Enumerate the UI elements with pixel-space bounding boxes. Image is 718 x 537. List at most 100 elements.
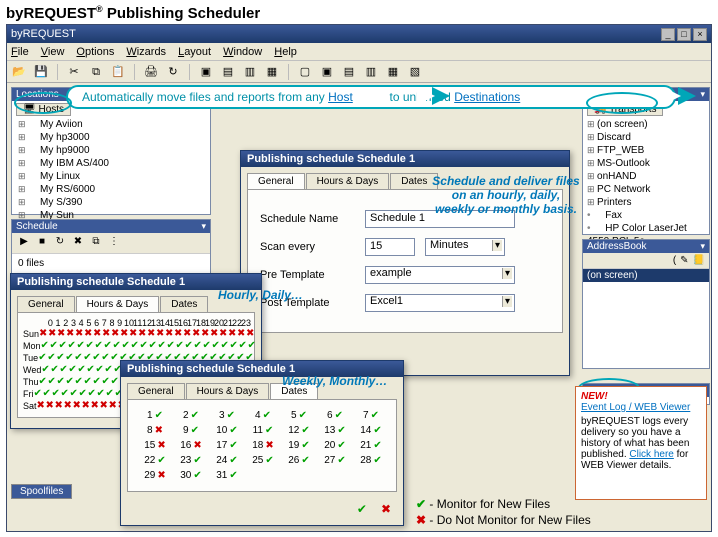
hour-cell[interactable]: ✖: [210, 329, 218, 339]
location-item[interactable]: My Linux: [18, 170, 204, 183]
hour-cell[interactable]: ✔: [84, 377, 92, 387]
hour-cell[interactable]: ✖: [102, 329, 110, 339]
ab-select-icon[interactable]: (: [673, 255, 676, 266]
transport-item[interactable]: onHAND: [587, 170, 705, 183]
hour-cell[interactable]: ✖: [246, 329, 254, 339]
date-cell[interactable]: 20 ✔: [320, 440, 350, 451]
hour-cell[interactable]: ✖: [64, 401, 72, 411]
hour-cell[interactable]: ✔: [34, 389, 42, 399]
hour-cell[interactable]: ✖: [39, 329, 47, 339]
hour-cell[interactable]: ✔: [176, 341, 184, 351]
hour-cell[interactable]: ✔: [95, 341, 103, 351]
hour-cell[interactable]: ✔: [47, 353, 55, 363]
ab-book-icon[interactable]: 📒: [693, 255, 705, 266]
date-cell[interactable]: 6 ✔: [320, 410, 350, 421]
hour-cell[interactable]: ✖: [46, 401, 54, 411]
hour-cell[interactable]: ✖: [183, 329, 191, 339]
tool-i-icon[interactable]: ▦: [385, 64, 401, 80]
hour-cell[interactable]: ✖: [174, 329, 182, 339]
hour-cell[interactable]: ✖: [120, 329, 128, 339]
tool-open-icon[interactable]: 📂: [11, 64, 27, 80]
menu-file[interactable]: File: [11, 46, 29, 58]
hour-cell[interactable]: ✔: [56, 353, 64, 363]
date-cell[interactable]: 28 ✔: [356, 455, 386, 466]
minimize-button[interactable]: _: [661, 28, 675, 41]
hour-cell[interactable]: ✔: [106, 389, 114, 399]
hour-cell[interactable]: ✔: [239, 341, 247, 351]
hour-cell[interactable]: ✖: [165, 329, 173, 339]
hour-cell[interactable]: ✔: [77, 365, 85, 375]
tool-f-icon[interactable]: ▣: [319, 64, 335, 80]
tab-hours-days[interactable]: Hours & Days: [306, 173, 390, 189]
sched-tool-icon[interactable]: ▶: [17, 236, 31, 250]
scan-unit-select[interactable]: Minutes: [425, 238, 505, 256]
hour-cell[interactable]: ✔: [77, 341, 85, 351]
hour-cell[interactable]: ✔: [86, 365, 94, 375]
hour-cell[interactable]: ✖: [57, 329, 65, 339]
tool-g-icon[interactable]: ▤: [341, 64, 357, 80]
hour-cell[interactable]: ✔: [70, 389, 78, 399]
menu-layout[interactable]: Layout: [178, 46, 211, 58]
date-cell[interactable]: 17 ✔: [212, 440, 242, 451]
hour-cell[interactable]: ✖: [66, 329, 74, 339]
hour-cell[interactable]: ✔: [74, 353, 82, 363]
date-cell[interactable]: 5 ✔: [284, 410, 314, 421]
hour-cell[interactable]: ✖: [37, 401, 45, 411]
tool-print-icon[interactable]: 🖨: [143, 64, 159, 80]
hour-cell[interactable]: ✖: [129, 329, 137, 339]
hour-cell[interactable]: ✔: [50, 365, 58, 375]
date-cell[interactable]: 29 ✖: [140, 470, 170, 481]
tool-b-icon[interactable]: ▤: [220, 64, 236, 80]
date-cell[interactable]: 8 ✖: [140, 425, 170, 436]
hour-cell[interactable]: ✖: [82, 401, 90, 411]
menu-help[interactable]: Help: [274, 46, 297, 58]
date-cell[interactable]: 2 ✔: [176, 410, 206, 421]
date-cell[interactable]: 25 ✔: [248, 455, 278, 466]
hour-cell[interactable]: ✔: [221, 341, 229, 351]
hour-cell[interactable]: ✔: [104, 341, 112, 351]
location-item[interactable]: My IBM AS/400: [18, 157, 204, 170]
tab-general[interactable]: General: [17, 296, 75, 312]
hour-cell[interactable]: ✔: [52, 389, 60, 399]
hour-cell[interactable]: ✔: [149, 341, 157, 351]
date-cell[interactable]: 21 ✔: [356, 440, 386, 451]
menu-options[interactable]: Options: [76, 46, 114, 58]
hour-cell[interactable]: ✔: [92, 353, 100, 363]
hour-cell[interactable]: ✔: [122, 341, 130, 351]
hour-cell[interactable]: ✔: [101, 353, 109, 363]
hour-cell[interactable]: ✔: [212, 341, 220, 351]
date-cell[interactable]: 13 ✔: [320, 425, 350, 436]
date-cell[interactable]: 11 ✔: [248, 425, 278, 436]
panel-dropdown-icon[interactable]: ▾: [700, 241, 705, 252]
panel-dropdown-icon[interactable]: ▾: [201, 221, 206, 232]
hour-cell[interactable]: ✖: [219, 329, 227, 339]
hour-cell[interactable]: ✔: [41, 365, 49, 375]
hour-cell[interactable]: ✔: [83, 353, 91, 363]
tab-hours-days[interactable]: Hours & Days: [76, 296, 160, 312]
hour-cell[interactable]: ✖: [192, 329, 200, 339]
date-cell[interactable]: 10 ✔: [212, 425, 242, 436]
hour-cell[interactable]: ✔: [102, 377, 110, 387]
hour-cell[interactable]: ✔: [88, 389, 96, 399]
date-cell[interactable]: 3 ✔: [212, 410, 242, 421]
date-cell[interactable]: 16 ✖: [176, 440, 206, 451]
hour-cell[interactable]: ✔: [66, 377, 74, 387]
hour-cell[interactable]: ✖: [201, 329, 209, 339]
hour-cell[interactable]: ✔: [131, 341, 139, 351]
hour-cell[interactable]: ✔: [230, 341, 238, 351]
ab-edit-icon[interactable]: ✎: [680, 255, 688, 266]
sched-tool-icon[interactable]: ↻: [53, 236, 67, 250]
date-cell[interactable]: 24 ✔: [212, 455, 242, 466]
hour-cell[interactable]: ✔: [41, 341, 49, 351]
spoolfiles-tab[interactable]: Spoolfiles: [11, 484, 72, 499]
sched-tool-icon[interactable]: ✖: [71, 236, 85, 250]
transport-item[interactable]: PC Network: [587, 183, 705, 196]
hour-cell[interactable]: ✔: [50, 341, 58, 351]
transport-item[interactable]: MS-Outlook: [587, 157, 705, 170]
hour-cell[interactable]: ✔: [140, 341, 148, 351]
hour-cell[interactable]: ✖: [237, 329, 245, 339]
hour-cell[interactable]: ✔: [59, 365, 67, 375]
date-cell[interactable]: 19 ✔: [284, 440, 314, 451]
hour-cell[interactable]: ✔: [61, 389, 69, 399]
pre-template-select[interactable]: example: [365, 266, 515, 284]
